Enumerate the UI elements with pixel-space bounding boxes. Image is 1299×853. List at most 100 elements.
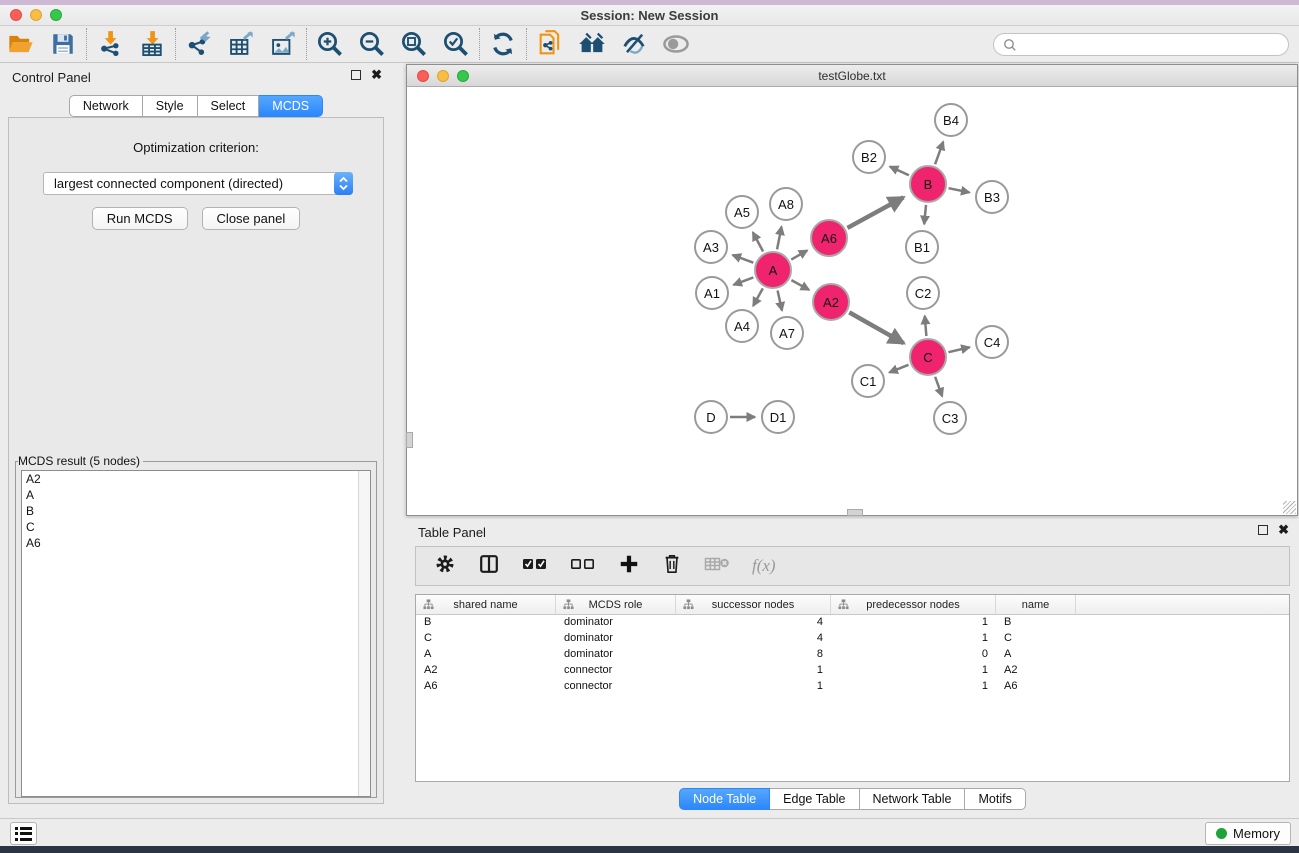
table-row[interactable]: A6connector11A6 [416,679,1289,695]
cell-name[interactable]: A2 [996,663,1076,679]
run-mcds-button[interactable]: Run MCDS [92,207,188,230]
column-header-name[interactable]: name [996,595,1076,614]
export-network-icon[interactable] [178,27,220,61]
mcds-result-item[interactable]: B [22,503,370,519]
cell-MCDS-role[interactable]: connector [556,679,676,695]
graph-node-B2[interactable]: B2 [852,140,886,174]
graph-edge-A-A3[interactable] [733,255,754,263]
graph-edge-A-A6[interactable] [791,250,807,259]
graph-edge-A6-B[interactable] [847,197,903,228]
tab-network-table[interactable]: Network Table [860,788,966,810]
graph-edge-B-B4[interactable] [935,142,943,165]
search-field[interactable] [993,33,1289,56]
graph-node-A[interactable]: A [754,251,792,289]
column-header-predecessor-nodes[interactable]: predecessor nodes [831,595,996,614]
tab-network[interactable]: Network [69,95,143,117]
graph-node-D[interactable]: D [694,400,728,434]
table-row[interactable]: Bdominator41B [416,615,1289,631]
graph-node-A1[interactable]: A1 [695,276,729,310]
table-row[interactable]: A2connector11A2 [416,663,1289,679]
mcds-list-scrollbar[interactable] [358,471,370,796]
horizontal-scroll-handle[interactable] [847,509,863,516]
cell-predecessor-nodes[interactable]: 1 [831,663,996,679]
float-table-panel-icon[interactable] [1258,525,1268,535]
mcds-result-item[interactable]: A6 [22,535,370,551]
graph-node-B[interactable]: B [909,165,947,203]
zoom-fit-icon[interactable] [393,27,435,61]
graph-node-A8[interactable]: A8 [769,187,803,221]
cell-successor-nodes[interactable]: 4 [676,631,831,647]
cell-predecessor-nodes[interactable]: 0 [831,647,996,663]
eye-icon[interactable] [655,27,697,61]
graph-node-A5[interactable]: A5 [725,195,759,229]
search-input[interactable] [1021,38,1288,52]
graph-node-A3[interactable]: A3 [694,230,728,264]
cell-predecessor-nodes[interactable]: 1 [831,679,996,695]
cell-successor-nodes[interactable]: 8 [676,647,831,663]
graph-edge-A-A5[interactable] [753,232,763,251]
cell-name[interactable]: B [996,615,1076,631]
vertical-scroll-handle[interactable] [406,432,413,448]
close-panel-icon[interactable]: ✖ [371,70,382,80]
graph-node-A6[interactable]: A6 [810,219,848,257]
graph-node-D1[interactable]: D1 [761,400,795,434]
tab-select[interactable]: Select [198,95,260,117]
graph-edge-A-A2[interactable] [791,280,809,290]
save-session-icon[interactable] [42,27,84,61]
mcds-result-item[interactable]: A2 [22,471,370,487]
tab-style[interactable]: Style [143,95,198,117]
home-layout-icon[interactable] [571,27,613,61]
cell-successor-nodes[interactable]: 1 [676,663,831,679]
cell-MCDS-role[interactable]: dominator [556,647,676,663]
add-row-icon[interactable] [618,553,640,580]
graph-edge-B-B1[interactable] [924,205,926,224]
window-resize-grip[interactable] [1283,501,1296,514]
cell-MCDS-role[interactable]: dominator [556,615,676,631]
close-panel-button[interactable]: Close panel [202,207,301,230]
graph-node-A7[interactable]: A7 [770,316,804,350]
mcds-result-list[interactable]: A2ABCA6 [21,470,371,797]
table-row[interactable]: Adominator80A [416,647,1289,663]
settings-gear-icon[interactable] [434,553,456,580]
close-table-panel-icon[interactable]: ✖ [1278,525,1289,535]
open-folder-icon[interactable] [0,27,42,61]
cell-name[interactable]: A6 [996,679,1076,695]
cell-predecessor-nodes[interactable]: 1 [831,615,996,631]
column-header-MCDS-role[interactable]: MCDS role [556,595,676,614]
graph-node-C2[interactable]: C2 [906,276,940,310]
network-canvas[interactable]: B4B2BB3A8A5A6A3B1AA1C2A2A4A7C4CC1DD1C3 [407,87,1297,510]
table-row[interactable]: Cdominator41C [416,631,1289,647]
column-header-shared-name[interactable]: shared name [416,595,556,614]
zoom-selected-icon[interactable] [435,27,477,61]
import-table-icon[interactable] [131,27,173,61]
graph-edge-A-A1[interactable] [734,277,754,284]
optimization-criterion-select[interactable]: largest connected component (directed) [43,172,353,195]
unselect-all-rows-icon[interactable] [570,556,596,577]
cell-shared-name[interactable]: A [416,647,556,663]
tab-motifs[interactable]: Motifs [965,788,1025,810]
zoom-out-icon[interactable] [351,27,393,61]
import-network-icon[interactable] [89,27,131,61]
cell-name[interactable]: A [996,647,1076,663]
hide-graphics-details-icon[interactable] [613,27,655,61]
refresh-icon[interactable] [482,27,524,61]
mcds-result-item[interactable]: A [22,487,370,503]
graph-edge-B-B3[interactable] [949,188,970,192]
tab-mcds[interactable]: MCDS [259,95,323,117]
delete-row-icon[interactable] [662,553,682,580]
cell-successor-nodes[interactable]: 1 [676,679,831,695]
graph-node-A4[interactable]: A4 [725,309,759,343]
mcds-result-item[interactable]: C [22,519,370,535]
graph-edge-B-B2[interactable] [890,167,909,176]
cell-MCDS-role[interactable]: connector [556,663,676,679]
cell-predecessor-nodes[interactable]: 1 [831,631,996,647]
zoom-in-icon[interactable] [309,27,351,61]
cell-shared-name[interactable]: B [416,615,556,631]
export-image-icon[interactable] [262,27,304,61]
graph-edge-C-C2[interactable] [925,316,927,336]
cell-shared-name[interactable]: A2 [416,663,556,679]
graph-node-C3[interactable]: C3 [933,401,967,435]
graph-edge-C-C3[interactable] [935,377,942,397]
graph-node-C[interactable]: C [909,338,947,376]
graph-edge-A2-C[interactable] [849,312,903,343]
